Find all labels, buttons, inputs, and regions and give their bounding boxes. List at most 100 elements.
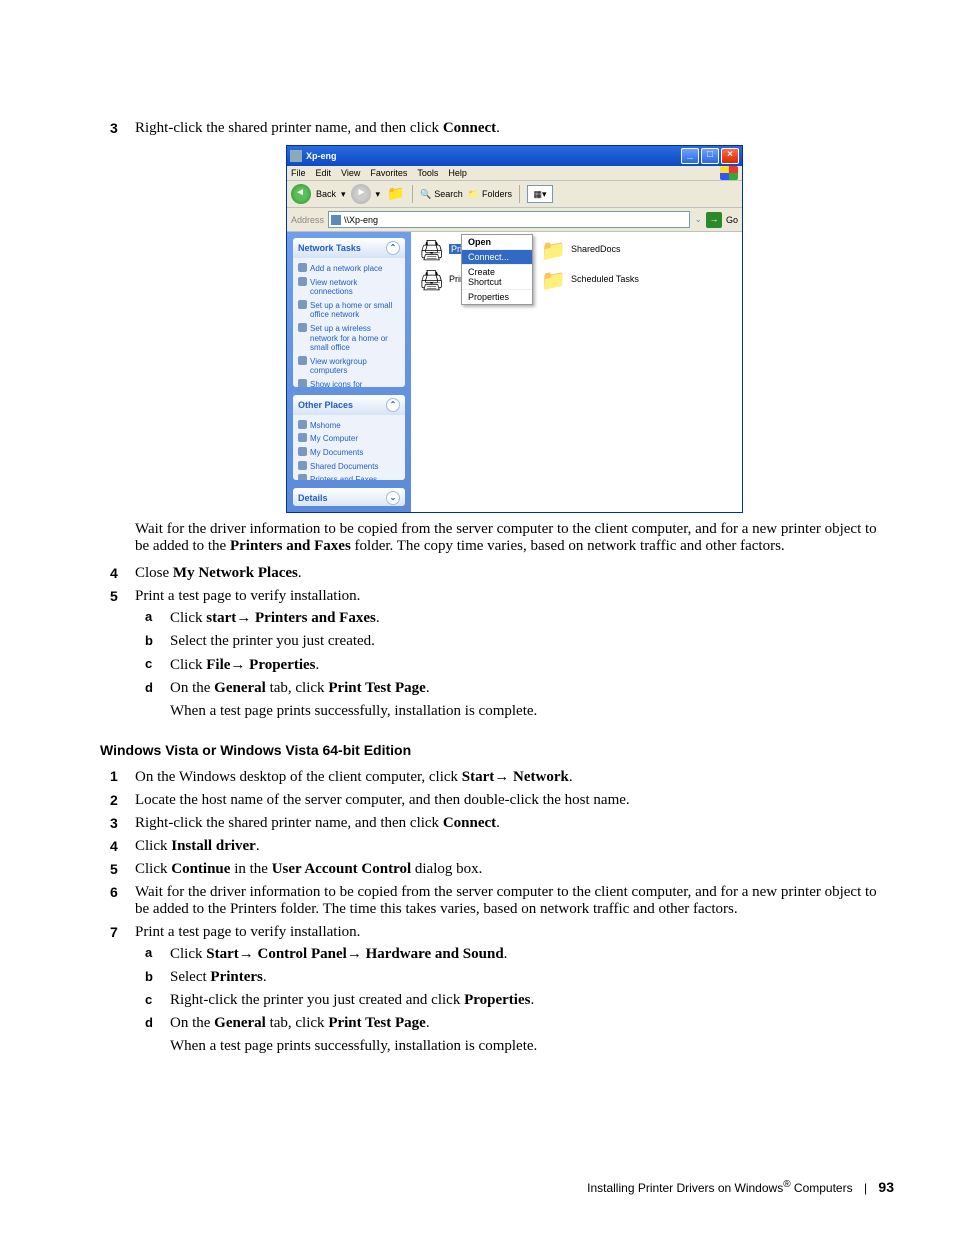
- menu-help[interactable]: Help: [448, 168, 467, 178]
- task-view-workgroup[interactable]: View workgroup computers: [298, 355, 400, 378]
- vsubstep-final: When a test page prints successfully, in…: [170, 1038, 894, 1055]
- vstep-1: 1 On the Windows desktop of the client c…: [100, 768, 894, 786]
- menu-tools[interactable]: Tools: [417, 168, 438, 178]
- folder-icon: [541, 238, 565, 260]
- window-icon: [290, 150, 302, 162]
- go-label: Go: [726, 215, 738, 225]
- panel-title: Network Tasks: [298, 243, 361, 253]
- menu-favorites[interactable]: Favorites: [370, 168, 407, 178]
- forward-button[interactable]: [351, 184, 371, 204]
- vsubstep-b: b Select Printers.: [135, 969, 894, 986]
- go-button[interactable]: →: [706, 212, 722, 228]
- address-value: \\Xp-eng: [344, 215, 378, 225]
- menubar: File Edit View Favorites Tools Help: [287, 166, 742, 181]
- substep-a: a Click start→ Printers and Faxes.: [135, 609, 894, 627]
- back-dropdown[interactable]: ▾: [341, 189, 346, 200]
- place-my-computer[interactable]: My Computer: [298, 432, 400, 446]
- maximize-button[interactable]: □: [701, 148, 719, 164]
- toolbar-separator: [412, 185, 413, 203]
- ctx-connect[interactable]: Connect...: [462, 250, 532, 265]
- vstep-7: 7 Print a test page to verify installati…: [100, 924, 894, 1055]
- after-image-text: Wait for the driver information to be co…: [135, 521, 894, 555]
- vstep-4: 4 Click Install driver.: [100, 838, 894, 855]
- task-setup-wireless[interactable]: Set up a wireless network for a home or …: [298, 322, 400, 355]
- search-button[interactable]: Search: [420, 189, 463, 200]
- collapse-icon[interactable]: ⌃: [386, 398, 400, 412]
- menu-file[interactable]: File: [291, 168, 306, 178]
- place-printers-faxes[interactable]: Printers and Faxes: [298, 473, 400, 480]
- substep-final: When a test page prints successfully, in…: [170, 703, 894, 720]
- substep-d: d On the General tab, click Print Test P…: [135, 680, 894, 720]
- address-dropdown[interactable]: ⌄: [694, 214, 702, 225]
- window-titlebar: Xp-eng _ □ ×: [287, 146, 742, 166]
- minimize-button[interactable]: _: [681, 148, 699, 164]
- printer-icon: [419, 268, 443, 290]
- step-marker: 5: [110, 588, 118, 604]
- reg-mark: ®: [783, 1179, 790, 1190]
- task-add-network-place[interactable]: Add a network place: [298, 262, 400, 276]
- expand-icon[interactable]: ⌄: [386, 491, 400, 505]
- panel-title: Other Places: [298, 400, 353, 410]
- content-area: Network Tasks ⌃ Add a network place View…: [287, 232, 742, 512]
- place-shared-documents[interactable]: Shared Documents: [298, 460, 400, 474]
- page-number: 93: [878, 1179, 894, 1195]
- panel-header[interactable]: Network Tasks ⌃: [293, 238, 405, 258]
- panel-title: Details: [298, 493, 328, 503]
- step-text: Right-click the shared printer name, and…: [135, 120, 443, 136]
- window-controls: _ □ ×: [681, 148, 739, 164]
- step-text: Print a test page to verify installation…: [135, 588, 360, 604]
- place-mshome[interactable]: Mshome: [298, 419, 400, 433]
- place-my-documents[interactable]: My Documents: [298, 446, 400, 460]
- window-title: Xp-eng: [306, 151, 681, 161]
- details-panel: Details ⌄: [293, 488, 405, 506]
- vsubstep-d: d On the General tab, click Print Test P…: [135, 1015, 894, 1055]
- other-places-panel: Other Places ⌃ Mshome My Computer My Doc…: [293, 395, 405, 480]
- up-button[interactable]: [385, 184, 405, 204]
- ctx-create-shortcut[interactable]: Create Shortcut: [462, 265, 532, 290]
- collapse-icon[interactable]: ⌃: [386, 241, 400, 255]
- shareddocs-item[interactable]: SharedDocs: [541, 238, 621, 260]
- vstep-6: 6 Wait for the driver information to be …: [100, 884, 894, 918]
- context-menu: Open Connect... Create Shortcut Properti…: [461, 234, 533, 305]
- address-input[interactable]: \\Xp-eng: [328, 211, 690, 228]
- footer-separator: |: [864, 1181, 867, 1195]
- task-show-upnp[interactable]: Show icons for networked UPnP devices: [298, 378, 400, 387]
- step-marker: 3: [110, 120, 118, 136]
- ctx-properties[interactable]: Properties: [462, 290, 532, 304]
- views-button[interactable]: ▦▾: [527, 185, 553, 203]
- back-button[interactable]: [291, 184, 311, 204]
- steps-list-vista: 1 On the Windows desktop of the client c…: [100, 768, 894, 1055]
- bold-connect: Connect: [443, 120, 496, 136]
- panel-body: Add a network place View network connect…: [293, 258, 405, 387]
- address-label: Address: [291, 215, 324, 225]
- vsubsteps: a Click Start→ Control Panel→ Hardware a…: [135, 945, 894, 1055]
- tasks-sidepane: Network Tasks ⌃ Add a network place View…: [287, 232, 411, 512]
- panel-header[interactable]: Other Places ⌃: [293, 395, 405, 415]
- step-3: 3 Right-click the shared printer name, a…: [100, 120, 894, 555]
- network-tasks-panel: Network Tasks ⌃ Add a network place View…: [293, 238, 405, 387]
- vsubstep-c: c Right-click the printer you just creat…: [135, 992, 894, 1009]
- panel-header[interactable]: Details ⌄: [293, 488, 405, 506]
- step-4: 4 Close My Network Places.: [100, 565, 894, 582]
- toolbar-separator: [519, 185, 520, 203]
- folders-button[interactable]: Folders: [468, 189, 512, 200]
- vsubstep-a: a Click Start→ Control Panel→ Hardware a…: [135, 945, 894, 963]
- fwd-dropdown[interactable]: ▾: [376, 189, 381, 200]
- toolbar: Back ▾ ▾ Search Folders ▦▾: [287, 181, 742, 208]
- menu-edit[interactable]: Edit: [316, 168, 332, 178]
- shareddocs-label: SharedDocs: [571, 244, 621, 254]
- scheduled-tasks-item[interactable]: Scheduled Tasks: [541, 268, 639, 290]
- close-button[interactable]: ×: [721, 148, 739, 164]
- task-setup-home[interactable]: Set up a home or small office network: [298, 299, 400, 322]
- step-text-after: .: [496, 120, 500, 136]
- vstep-2: 2 Locate the host name of the server com…: [100, 792, 894, 809]
- task-view-connections[interactable]: View network connections: [298, 276, 400, 299]
- footer-text: Installing Printer Drivers on Windows: [587, 1181, 783, 1195]
- ctx-open[interactable]: Open: [462, 235, 532, 250]
- step-marker: 4: [110, 565, 118, 581]
- menu-view[interactable]: View: [341, 168, 360, 178]
- folder-icon: [541, 268, 565, 290]
- page-footer: Installing Printer Drivers on Windows® C…: [587, 1179, 894, 1195]
- vstep-5: 5 Click Continue in the User Account Con…: [100, 861, 894, 878]
- windows-flag-icon: [720, 166, 738, 180]
